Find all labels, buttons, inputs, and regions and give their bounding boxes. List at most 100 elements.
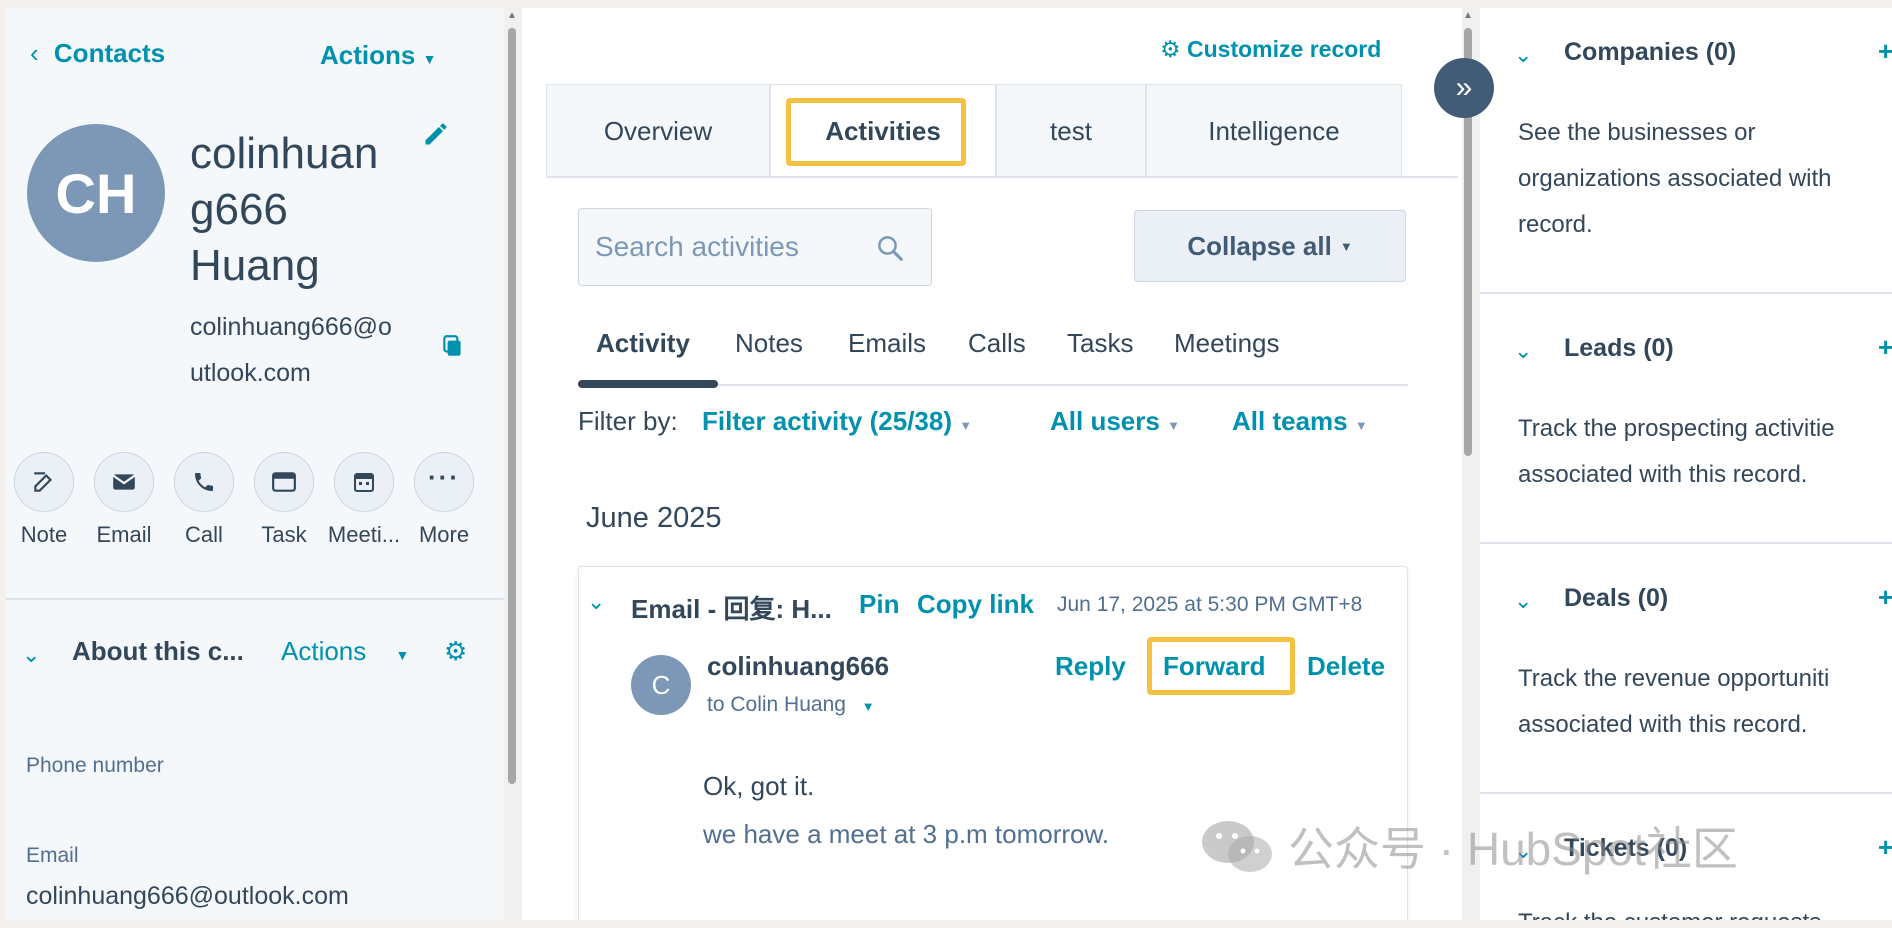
chevron-down-icon[interactable]: ⌄ xyxy=(1514,588,1532,614)
leads-description: Track the prospecting activitie associat… xyxy=(1518,415,1835,488)
task-icon xyxy=(272,472,296,492)
note-button[interactable] xyxy=(14,452,74,512)
card-divider xyxy=(1480,292,1892,294)
scroll-up-arrow-icon[interactable]: ▲ xyxy=(506,10,518,21)
gear-icon[interactable]: ⚙ xyxy=(444,636,467,667)
more-icon: ··· xyxy=(428,461,460,492)
email-button[interactable] xyxy=(94,452,154,512)
sidebar-toggle-button[interactable]: » xyxy=(1434,58,1494,118)
scroll-up-arrow-icon[interactable]: ▲ xyxy=(1462,10,1474,21)
subtab-meetings[interactable]: Meetings xyxy=(1174,328,1280,359)
search-icon xyxy=(878,236,903,261)
activity-panel: ⚙ Customize record Overview Activities t… xyxy=(522,8,1468,920)
back-to-contacts-link[interactable]: ‹ Contacts xyxy=(30,38,165,69)
caret-down-icon: ▼ xyxy=(1167,418,1180,433)
email-field-value[interactable]: colinhuang666@outlook.com xyxy=(26,882,349,911)
subtab-emails[interactable]: Emails xyxy=(848,328,926,359)
section-divider xyxy=(6,598,504,600)
about-actions-dropdown[interactable]: Actions ▼ xyxy=(281,636,409,667)
activities-tab-highlight xyxy=(786,98,966,166)
recipient-line[interactable]: to Colin Huang ▼ xyxy=(707,693,875,717)
subtab-activity[interactable]: Activity xyxy=(596,328,690,359)
card-divider xyxy=(1480,792,1892,794)
deals-card-title[interactable]: Deals (0) xyxy=(1564,584,1668,613)
active-subtab-indicator xyxy=(578,380,718,388)
task-label: Task xyxy=(261,522,307,547)
tabs-divider xyxy=(546,176,1458,178)
add-deal-icon[interactable]: + xyxy=(1878,582,1892,613)
companies-card-title[interactable]: Companies (0) xyxy=(1564,38,1736,67)
meeting-button[interactable] xyxy=(334,452,394,512)
note-icon xyxy=(34,472,53,492)
caret-down-icon: ▼ xyxy=(861,699,875,714)
copy-icon[interactable] xyxy=(440,332,466,360)
caret-down-icon: ▼ xyxy=(1354,418,1368,433)
delete-button[interactable]: Delete xyxy=(1307,651,1385,682)
tickets-description: Track the customer requests xyxy=(1518,900,1892,920)
left-scrollbar[interactable]: ▲ xyxy=(506,8,518,920)
tab-overview[interactable]: Overview xyxy=(546,84,770,178)
search-activities-input[interactable]: Search activities xyxy=(578,208,932,286)
filter-activity-dropdown[interactable]: Filter activity (25/38) ▼ xyxy=(702,406,972,437)
call-button[interactable] xyxy=(174,452,234,512)
call-label: Call xyxy=(185,522,223,547)
more-button[interactable]: ··· xyxy=(414,452,474,512)
call-icon xyxy=(195,473,213,491)
pin-link[interactable]: Pin xyxy=(859,589,899,620)
contact-email: colinhuang666@o utlook.com xyxy=(190,313,392,387)
email-body-line1: Ok, got it. xyxy=(703,771,815,801)
email-timestamp: Jun 17, 2025 at 5:30 PM GMT+8 xyxy=(1057,593,1363,616)
middle-scrollbar[interactable]: ▲ xyxy=(1462,8,1474,920)
email-field-label: Email xyxy=(26,844,79,867)
companies-description: See the businesses or organizations asso… xyxy=(1518,119,1832,238)
watermark: 公众号 · HubSpot社区 xyxy=(1200,818,1738,875)
add-lead-icon[interactable]: + xyxy=(1878,332,1892,363)
month-heading: June 2025 xyxy=(586,502,722,534)
chevron-down-icon[interactable]: ⌄ xyxy=(22,642,40,668)
subtab-calls[interactable]: Calls xyxy=(968,328,1026,359)
all-users-dropdown[interactable]: All users ▼ xyxy=(1050,406,1180,437)
sender-avatar: C xyxy=(631,655,691,715)
tab-test[interactable]: test xyxy=(996,84,1146,178)
all-teams-dropdown[interactable]: All teams ▼ xyxy=(1232,406,1368,437)
reply-button[interactable]: Reply xyxy=(1055,651,1126,682)
customize-record-link[interactable]: ⚙ Customize record xyxy=(1160,36,1381,63)
add-company-icon[interactable]: + xyxy=(1878,36,1892,67)
chevron-left-icon: ‹ xyxy=(30,38,39,68)
chevron-down-icon[interactable]: ⌄ xyxy=(1514,42,1532,68)
edit-name-icon[interactable] xyxy=(422,120,450,148)
meeting-icon xyxy=(354,473,374,492)
copy-link[interactable]: Copy link xyxy=(917,589,1034,620)
caret-down-icon: ▼ xyxy=(395,647,410,663)
email-label: Email xyxy=(96,522,152,547)
caret-down-icon: ▼ xyxy=(959,418,973,433)
meeting-label: Meeti... xyxy=(327,522,401,547)
note-label: Note xyxy=(20,522,68,547)
left-scroll-thumb[interactable] xyxy=(508,28,516,784)
caret-down-icon: ▼ xyxy=(1339,238,1353,254)
subtab-tasks[interactable]: Tasks xyxy=(1067,328,1133,359)
subtab-notes[interactable]: Notes xyxy=(735,328,803,359)
contact-avatar: CH xyxy=(27,124,165,262)
contact-name: colinhuan g666 Huang xyxy=(190,129,379,290)
email-activity-title[interactable]: Email - 回复: H... xyxy=(631,589,832,626)
collapse-all-button[interactable]: Collapse all ▼ xyxy=(1134,210,1406,282)
chevron-down-icon[interactable]: ⌄ xyxy=(587,589,605,615)
task-button[interactable] xyxy=(254,452,314,512)
chevron-down-icon[interactable]: ⌄ xyxy=(1514,338,1532,364)
phone-label: Phone number xyxy=(26,754,164,777)
add-ticket-icon[interactable]: + xyxy=(1878,832,1892,863)
email-body-line2: we have a meet at 3 p.m tomorrow. xyxy=(703,819,1110,849)
caret-down-icon: ▼ xyxy=(422,51,437,67)
email-icon xyxy=(112,474,136,490)
more-label: More xyxy=(418,522,470,547)
about-section-title[interactable]: About this c... xyxy=(72,636,244,667)
leads-card-title[interactable]: Leads (0) xyxy=(1564,334,1674,363)
associations-sidebar: ⌄ Companies (0) + See the businesses or … xyxy=(1480,8,1892,920)
actions-dropdown[interactable]: Actions ▼ xyxy=(320,40,436,71)
tab-intelligence[interactable]: Intelligence xyxy=(1146,84,1402,178)
double-chevron-right-icon: » xyxy=(1455,71,1473,104)
contact-sidebar: ‹ Contacts Actions ▼ CH colinhuan g666 H… xyxy=(6,8,504,920)
gear-icon: ⚙ xyxy=(1160,36,1181,62)
sender-name: colinhuang666 xyxy=(707,651,890,681)
